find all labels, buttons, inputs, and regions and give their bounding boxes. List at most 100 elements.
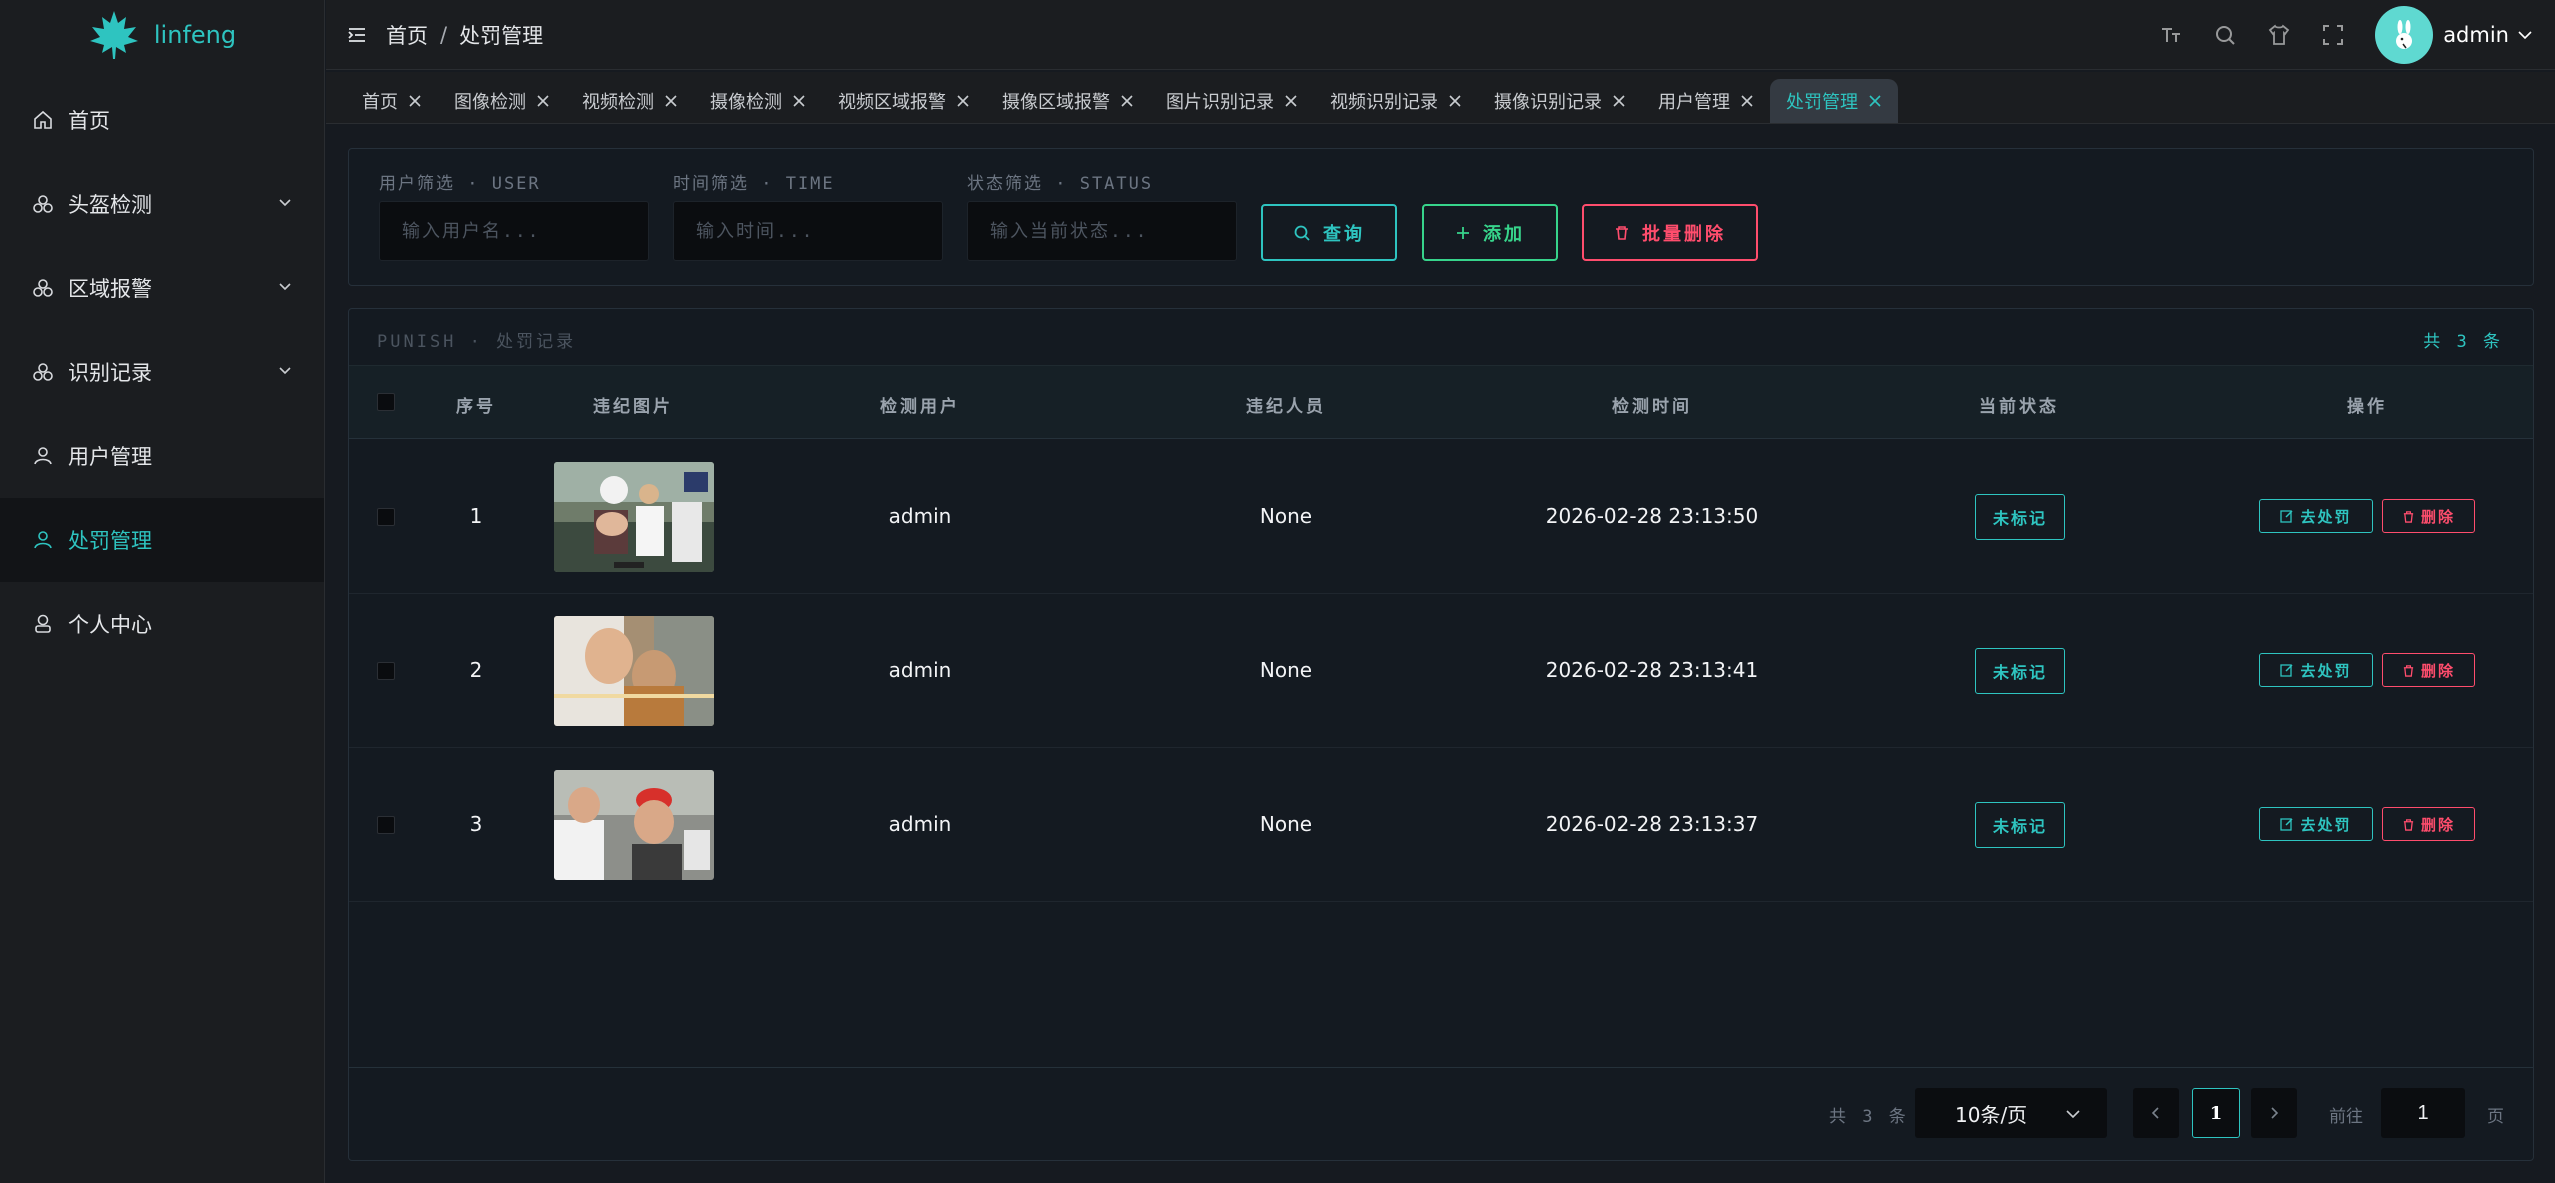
tab-punishment-management[interactable]: 处罚管理 (1770, 79, 1898, 123)
table-row: 1 admin None 2026-02-28 23:13:50 未标记 去处罚 (349, 440, 2533, 594)
column-header-status: 当前状态 (1979, 397, 2059, 417)
violation-image[interactable] (554, 616, 714, 726)
punishment-table-card: PUNISH · 处罚记录 共 3 条 序号 违纪图片 检测用户 违纪人员 检测… (348, 308, 2534, 1161)
punish-button[interactable]: 去处罚 (2259, 499, 2373, 533)
tab-label: 图像检测 (454, 92, 526, 113)
chevron-left-icon (2151, 1107, 2159, 1119)
tab-image-records[interactable]: 图片识别记录 (1150, 79, 1314, 123)
close-icon[interactable] (1868, 94, 1882, 108)
plus-icon (1457, 226, 1469, 239)
top-header: 首页 / 处罚管理 admin (326, 0, 2555, 70)
menu-fold-icon[interactable] (346, 24, 368, 46)
goto-page-input[interactable] (2381, 1088, 2465, 1138)
query-button[interactable]: 查询 (1261, 204, 1397, 261)
status-filter-label: 状态筛选 · STATUS (967, 174, 1154, 194)
row-person: None (1259, 812, 1313, 836)
tab-camera-area-alarm[interactable]: 摄像区域报警 (986, 79, 1150, 123)
violation-photo-thumbnail (554, 616, 714, 726)
breadcrumb-home[interactable]: 首页 (386, 20, 428, 50)
trash-icon (2403, 818, 2414, 831)
page-size-select[interactable]: 10条/页 (1915, 1088, 2107, 1138)
row-user: admin (888, 658, 952, 682)
page-number-current[interactable]: 1 (2192, 1088, 2240, 1138)
bulk-delete-button-label: 批量删除 (1642, 223, 1726, 245)
close-icon[interactable] (1612, 94, 1626, 108)
tab-video-detection[interactable]: 视频检测 (566, 79, 694, 123)
search-icon[interactable] (2213, 23, 2237, 47)
close-icon[interactable] (664, 94, 678, 108)
column-header-person: 违纪人员 (1246, 397, 1326, 417)
row-index: 3 (469, 812, 483, 836)
close-icon[interactable] (792, 94, 806, 108)
user-filter-label: 用户筛选 · USER (379, 174, 541, 194)
tab-image-detection[interactable]: 图像检测 (438, 79, 566, 123)
close-icon[interactable] (956, 94, 970, 108)
sidebar-item-helmet-detection[interactable]: 头盔检测 (0, 162, 324, 246)
chevron-down-icon[interactable] (2517, 27, 2533, 43)
tab-video-area-alarm[interactable]: 视频区域报警 (822, 79, 986, 123)
delete-button[interactable]: 删除 (2382, 807, 2475, 841)
next-page-button[interactable] (2251, 1088, 2297, 1138)
status-filter-input[interactable] (967, 201, 1237, 261)
prev-page-button[interactable] (2133, 1088, 2179, 1138)
time-filter-input[interactable] (673, 201, 943, 261)
violation-image[interactable] (554, 770, 714, 880)
punish-button[interactable]: 去处罚 (2259, 653, 2373, 687)
user-filter-input[interactable] (379, 201, 649, 261)
close-icon[interactable] (1448, 94, 1462, 108)
row-checkbox[interactable] (377, 508, 395, 526)
tab-home[interactable]: 首页 (346, 79, 438, 123)
status-badge[interactable]: 未标记 (1975, 802, 2065, 848)
cluster-icon (32, 193, 54, 215)
sidebar-item-label: 个人中心 (68, 613, 152, 637)
row-checkbox[interactable] (377, 816, 395, 834)
tab-label: 视频检测 (582, 92, 654, 113)
status-badge[interactable]: 未标记 (1975, 494, 2065, 540)
close-icon[interactable] (1120, 94, 1134, 108)
row-person: None (1259, 658, 1313, 682)
close-icon[interactable] (536, 94, 550, 108)
tab-video-records[interactable]: 视频识别记录 (1314, 79, 1478, 123)
query-button-label: 查询 (1323, 223, 1365, 245)
close-icon[interactable] (1740, 94, 1754, 108)
cluster-icon (32, 361, 54, 383)
violation-image[interactable] (554, 462, 714, 572)
avatar[interactable] (2375, 6, 2434, 64)
sidebar-item-home[interactable]: 首页 (0, 78, 324, 162)
sidebar-item-recognition-records[interactable]: 识别记录 (0, 330, 324, 414)
sidebar-item-user-management[interactable]: 用户管理 (0, 414, 324, 498)
table-title: PUNISH · 处罚记录 (377, 332, 577, 352)
sidebar-item-punishment-management[interactable]: 处罚管理 (0, 498, 324, 582)
tab-camera-records[interactable]: 摄像识别记录 (1478, 79, 1642, 123)
tab-camera-detection[interactable]: 摄像检测 (694, 79, 822, 123)
tabs-bar: 首页 图像检测 视频检测 摄像检测 视频区域报警 摄像区域报警 图片识别记录 视… (326, 72, 2555, 124)
status-label: 未标记 (1992, 663, 2047, 682)
row-checkbox[interactable] (377, 662, 395, 680)
close-icon[interactable] (408, 94, 422, 108)
fullscreen-icon[interactable] (2321, 23, 2345, 47)
punish-button[interactable]: 去处罚 (2259, 807, 2373, 841)
close-icon[interactable] (1284, 94, 1298, 108)
font-size-icon[interactable] (2159, 23, 2183, 47)
theme-shirt-icon[interactable] (2267, 23, 2291, 47)
tab-label: 摄像识别记录 (1494, 92, 1602, 113)
delete-button[interactable]: 删除 (2382, 499, 2475, 533)
row-time: 2026-02-28 23:13:37 (1545, 812, 1759, 836)
trash-icon (2403, 510, 2414, 523)
sidebar-item-area-alarm[interactable]: 区域报警 (0, 246, 324, 330)
sidebar: linfeng 首页 头盔检测 区域报警 识别记录 用户管理 处罚管理 个人中心 (0, 0, 325, 1183)
delete-button[interactable]: 删除 (2382, 653, 2475, 687)
tab-label: 视频识别记录 (1330, 92, 1438, 113)
app-logo[interactable]: linfeng (0, 0, 324, 70)
breadcrumb: 首页 / 处罚管理 (386, 20, 543, 50)
tab-label: 处罚管理 (1786, 92, 1858, 113)
tab-user-management[interactable]: 用户管理 (1642, 79, 1770, 123)
select-all-checkbox[interactable] (377, 393, 395, 411)
edit-icon (2280, 664, 2294, 677)
add-button[interactable]: 添加 (1422, 204, 1558, 261)
bulk-delete-button[interactable]: 批量删除 (1582, 204, 1758, 261)
status-badge[interactable]: 未标记 (1975, 648, 2065, 694)
table-row: 2 admin None 2026-02-28 23:13:41 未标记 去处罚… (349, 594, 2533, 748)
sidebar-item-personal-center[interactable]: 个人中心 (0, 582, 324, 666)
user-name[interactable]: admin (2443, 23, 2509, 47)
